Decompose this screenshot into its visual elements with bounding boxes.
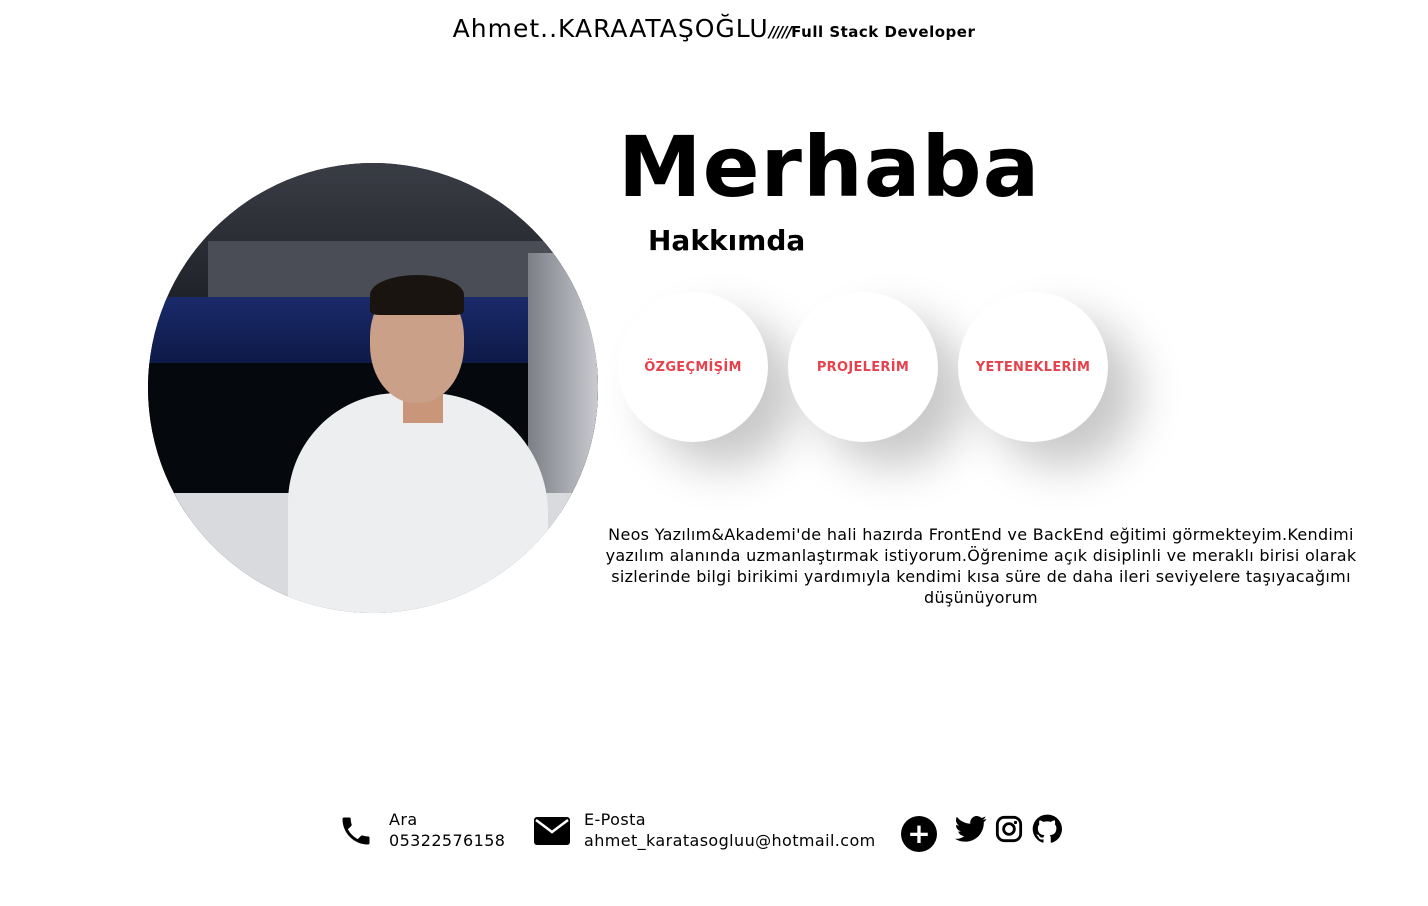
email-label: E-Posta (584, 810, 646, 829)
about-link[interactable]: Hakkımda (648, 224, 805, 257)
profile-photo (148, 163, 598, 613)
resume-button[interactable]: ÖZGEÇMİŞİM (618, 292, 768, 442)
phone-contact[interactable]: Ara 05322576158 (389, 809, 505, 851)
job-title: Full Stack Developer (791, 23, 976, 41)
header-separator: ///// (768, 23, 792, 41)
projects-button[interactable]: PROJELERİM (788, 292, 938, 442)
email-contact[interactable]: E-Posta ahmet_karatasogluu@hotmail.com (584, 809, 876, 851)
site-header: Ahmet..KARAATAŞOĞLU/////Full Stack Devel… (0, 14, 1428, 43)
site-owner-name[interactable]: Ahmet..KARAATAŞOĞLU (453, 14, 769, 43)
phone-number[interactable]: 05322576158 (389, 830, 505, 851)
greeting-title: Merhaba (618, 118, 1041, 216)
phone-icon[interactable] (338, 813, 374, 849)
instagram-icon[interactable] (995, 815, 1023, 843)
plus-circle-icon[interactable]: + (901, 816, 937, 852)
phone-label: Ara (389, 810, 418, 829)
bio-text: Neos Yazılım&Akademi'de hali hazırda Fro… (605, 525, 1357, 607)
skills-button[interactable]: YETENEKLERİM (958, 292, 1108, 442)
envelope-icon[interactable] (533, 816, 571, 846)
twitter-icon[interactable] (955, 815, 987, 843)
github-icon[interactable] (1032, 814, 1062, 844)
contact-footer: Ara 05322576158 E-Posta ahmet_karatasogl… (0, 808, 1428, 858)
email-address[interactable]: ahmet_karatasogluu@hotmail.com (584, 830, 876, 851)
